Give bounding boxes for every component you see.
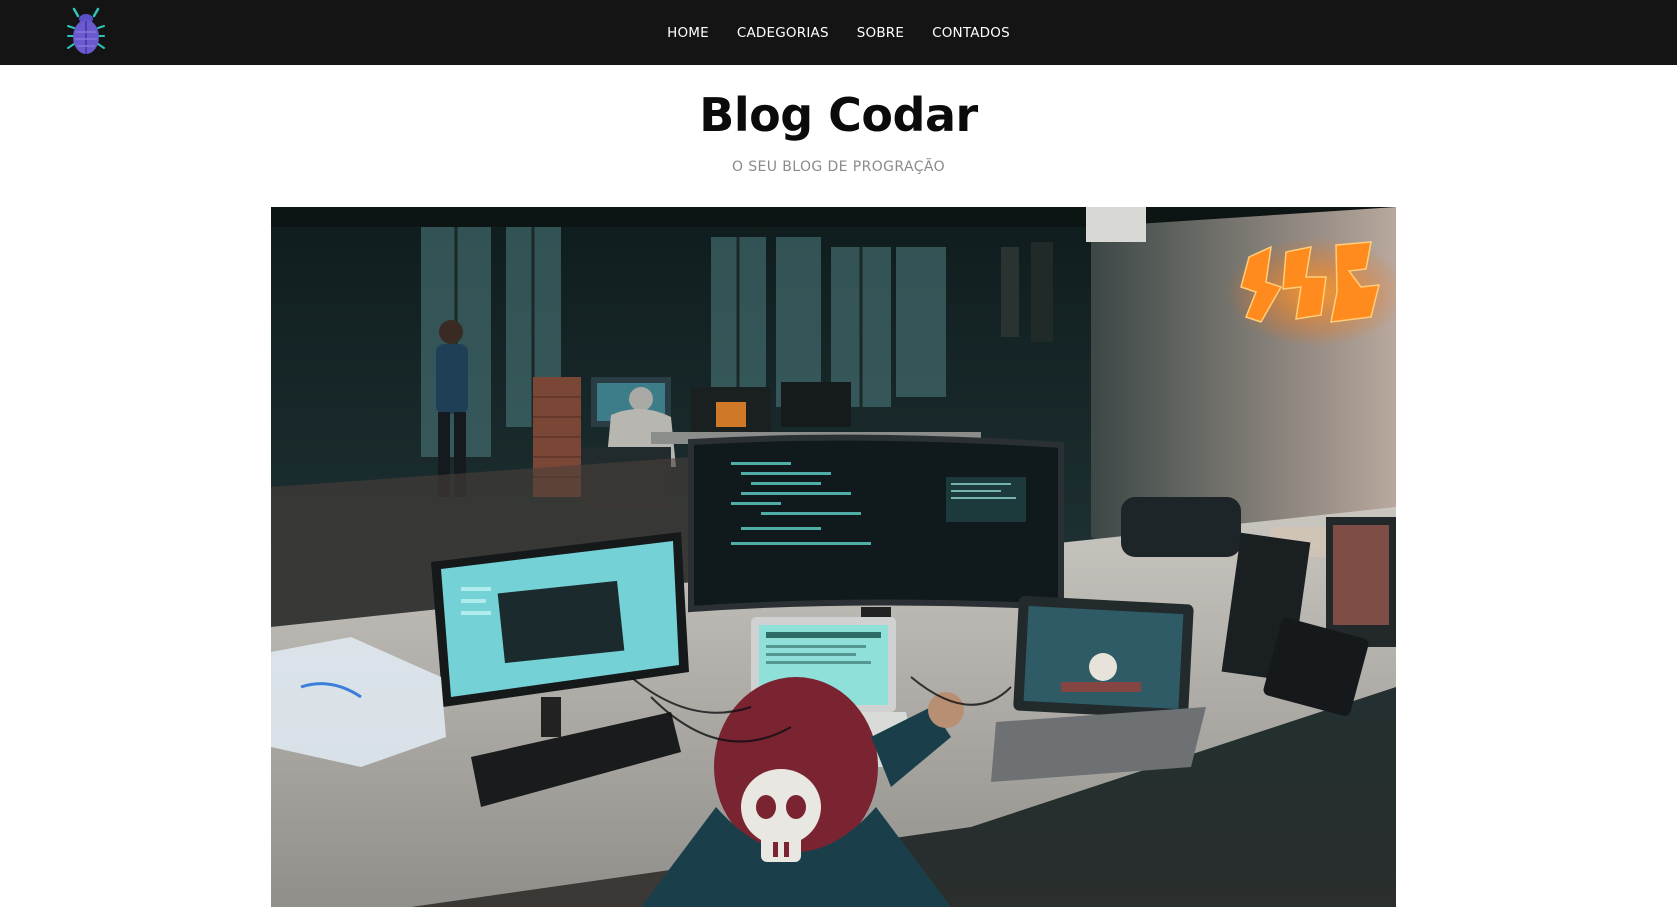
hero-image <box>271 207 1396 907</box>
top-navbar: HOME CADEGORIAS SOBRE CONTADOS <box>0 0 1677 65</box>
nav-categories-link[interactable]: CADEGORIAS <box>737 25 829 41</box>
page-title: Blog Codar <box>699 88 978 142</box>
nav-home-link[interactable]: HOME <box>667 25 709 41</box>
page-subtitle: O SEU BLOG DE PROGRAÇÃO <box>731 159 946 175</box>
nav-about-link[interactable]: SOBRE <box>857 25 904 41</box>
main-nav: HOME CADEGORIAS SOBRE CONTADOS <box>0 0 1677 65</box>
nav-contacts-link[interactable]: CONTADOS <box>932 25 1010 41</box>
